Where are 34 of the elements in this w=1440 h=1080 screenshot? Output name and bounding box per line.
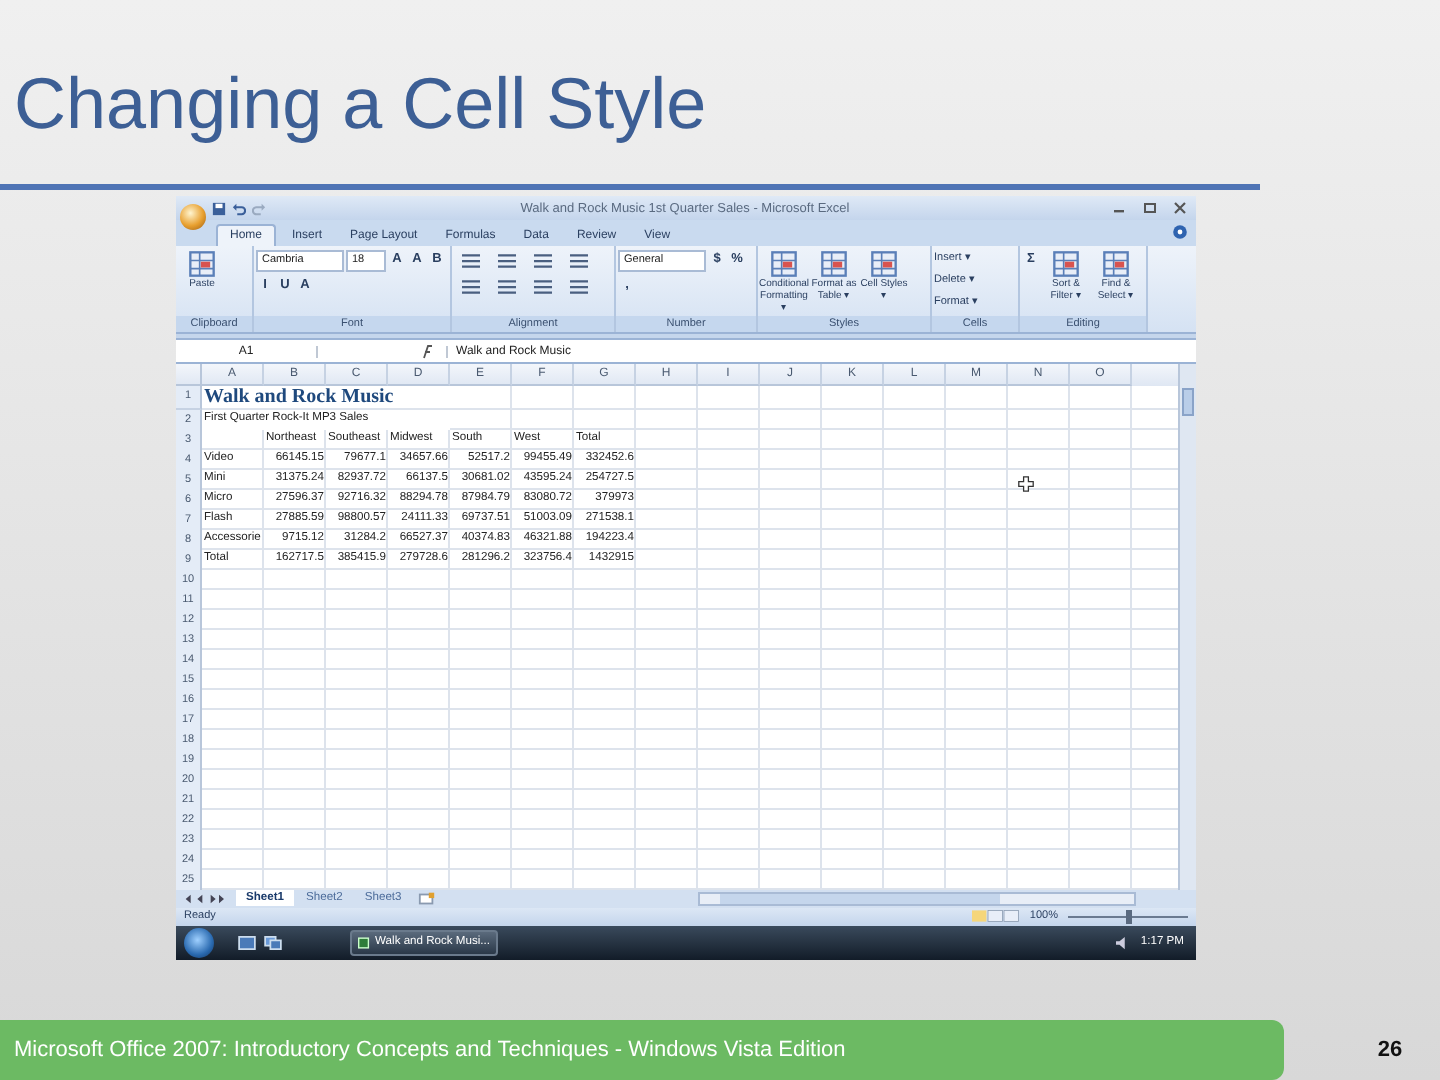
horizontal-scrollbar[interactable] xyxy=(697,891,1136,906)
zoom-slider[interactable] xyxy=(1068,909,1188,924)
undo-icon[interactable] xyxy=(232,201,246,215)
spreadsheet-icon xyxy=(358,935,370,950)
help-icon[interactable] xyxy=(1172,224,1188,241)
lines-icon[interactable] xyxy=(458,251,484,270)
desktop-icon[interactable] xyxy=(238,935,256,950)
maximize-icon[interactable] xyxy=(1142,200,1158,216)
lines-icon[interactable] xyxy=(494,277,520,296)
close-icon[interactable] xyxy=(1172,200,1188,216)
sheet-navigation-icon[interactable] xyxy=(182,893,226,904)
vertical-scrollbar[interactable] xyxy=(1178,364,1196,891)
lines-icon[interactable] xyxy=(530,251,556,270)
lines-icon[interactable] xyxy=(566,251,592,270)
slide-title: Changing a Cell Style xyxy=(12,60,709,148)
lines-icon[interactable] xyxy=(566,277,592,296)
grid-icon xyxy=(770,249,798,278)
insert-sheet-icon[interactable] xyxy=(417,891,436,906)
save-icon[interactable] xyxy=(212,201,226,215)
page-number: 26 xyxy=(1375,1038,1405,1062)
start-button[interactable] xyxy=(184,927,214,958)
lines-icon[interactable] xyxy=(530,277,556,296)
cursor-icon xyxy=(1018,476,1034,493)
grid-icon xyxy=(870,249,898,278)
function-icon[interactable] xyxy=(418,343,438,360)
grid-icon xyxy=(820,249,848,278)
grid-icon xyxy=(1052,249,1080,278)
table-cell: Walk and Rock Music xyxy=(202,386,450,409)
lines-icon[interactable] xyxy=(458,277,484,296)
grid-icon xyxy=(188,249,216,278)
lines-icon[interactable] xyxy=(494,251,520,270)
windows-icon[interactable] xyxy=(264,935,282,950)
grid-icon xyxy=(1102,249,1130,278)
footer-bar: Microsoft Office 2007: Introductory Concepts and Techniques - Windows Vista Edition xyxy=(0,1020,1284,1080)
